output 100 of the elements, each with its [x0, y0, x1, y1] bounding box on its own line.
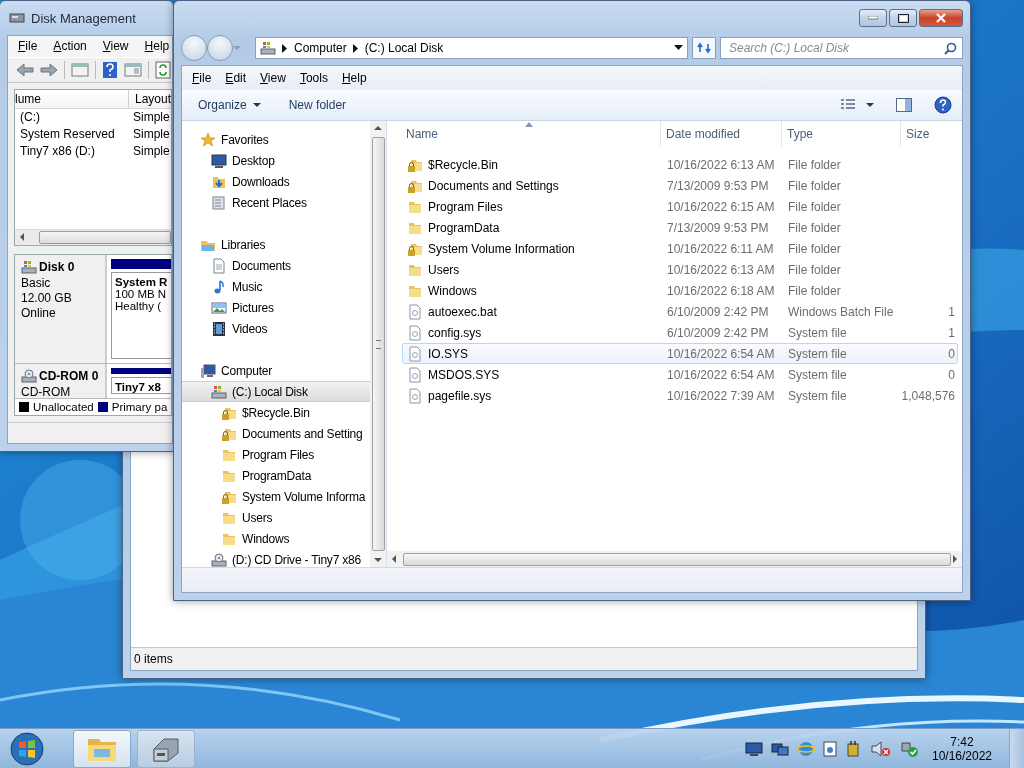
- file-row[interactable]: IO.SYS 10/16/2022 6:54 AM System file 0: [402, 343, 958, 364]
- menu-item[interactable]: View: [102, 39, 129, 54]
- tree-item[interactable]: Desktop: [182, 150, 370, 171]
- file-row[interactable]: pagefile.sys 10/16/2022 7:39 AM System file 1,048,576: [402, 385, 958, 406]
- menu-item[interactable]: Edit: [225, 71, 247, 85]
- type-cell-text: File folder: [787, 283, 842, 298]
- column-header[interactable]: Size: [901, 121, 961, 147]
- left-arrow-icon[interactable]: [18, 233, 26, 241]
- start-button[interactable]: [7, 730, 47, 767]
- tree-item[interactable]: $Recycle.Bin: [182, 402, 370, 423]
- tree-item[interactable]: Documents: [182, 255, 370, 276]
- file-row[interactable]: Users 10/16/2022 6:13 AM File folder: [402, 259, 958, 280]
- file-row[interactable]: $Recycle.Bin 10/16/2022 6:13 AM File folder: [402, 154, 958, 175]
- tree-item[interactable]: Favorites: [182, 129, 370, 150]
- monitor-icon: [211, 152, 227, 169]
- clock[interactable]: 7:42 10/16/2022: [927, 734, 997, 763]
- tree-item[interactable]: Program Files: [182, 444, 370, 465]
- monitor-icon[interactable]: [745, 740, 763, 757]
- menu-item[interactable]: Help: [144, 39, 170, 54]
- file-row[interactable]: Documents and Settings 7/13/2009 9:53 PM File folder: [402, 175, 958, 196]
- file-row[interactable]: autoexec.bat 6/10/2009 2:42 PM Windows Batch File 1: [402, 301, 958, 322]
- column-header[interactable]: Name: [387, 121, 661, 147]
- vertical-scrollbar[interactable]: [370, 121, 386, 567]
- refresh-button[interactable]: [692, 37, 716, 59]
- file-row[interactable]: ProgramData 7/13/2009 9:53 PM File folder: [402, 217, 958, 238]
- layout-cell-text: Simple: [132, 127, 171, 142]
- tree-item[interactable]: System Volume Informa: [182, 486, 370, 507]
- size-cell-text: 0: [947, 367, 955, 382]
- tree-item[interactable]: Videos: [182, 318, 370, 339]
- file-row[interactable]: Program Files 10/16/2022 6:15 AM File folder: [402, 196, 958, 217]
- tree-item[interactable]: Computer: [182, 360, 370, 381]
- disk-info: 12.00 GB: [21, 290, 73, 305]
- refresh-icon[interactable]: [155, 60, 171, 79]
- breadcrumb[interactable]: Computer: [294, 41, 347, 55]
- file-name: pagefile.sys: [428, 388, 493, 403]
- help-icon[interactable]: [102, 60, 118, 79]
- menu-item[interactable]: File: [18, 39, 38, 54]
- document-icon[interactable]: [823, 740, 837, 757]
- file-name: config.sys: [428, 325, 483, 340]
- view-options-icon[interactable]: [840, 98, 874, 112]
- muted-speaker-icon[interactable]: [871, 740, 891, 757]
- file-row[interactable]: MSDOS.SYS 10/16/2022 6:54 AM System file 0: [402, 364, 958, 385]
- menu-item[interactable]: Action: [53, 39, 87, 54]
- tree-item[interactable]: (D:) CD Drive - Tiny7 x86: [182, 549, 370, 567]
- maximize-button[interactable]: [889, 9, 917, 27]
- legend-label: Primary pa: [111, 400, 168, 413]
- file-icon: [407, 324, 423, 341]
- network-icon[interactable]: [771, 740, 789, 757]
- tree-item[interactable]: Libraries: [182, 234, 370, 255]
- size-cell-text: 1: [947, 304, 955, 319]
- maximize-icon: [897, 13, 909, 23]
- tree-item[interactable]: Downloads: [182, 171, 370, 192]
- tree-item[interactable]: Pictures: [182, 297, 370, 318]
- date-cell-text: 10/16/2022 6:11 AM: [666, 241, 775, 256]
- chevron-icon[interactable]: [282, 43, 288, 53]
- menu-item[interactable]: Tools: [299, 71, 328, 85]
- toolbar-button[interactable]: Organize: [198, 98, 261, 112]
- partition-box[interactable]: System R 100 MB N Healthy (: [111, 271, 171, 359]
- disk-name: Disk 0: [21, 258, 105, 275]
- left-arrow-icon[interactable]: [390, 555, 398, 563]
- file-row[interactable]: System Volume Information 10/16/2022 6:11 AM File folder: [402, 238, 958, 259]
- chevron-icon[interactable]: [352, 43, 359, 53]
- tree-item[interactable]: Music: [182, 276, 370, 297]
- tree-item[interactable]: ProgramData: [182, 465, 370, 486]
- tree-item[interactable]: Users: [182, 507, 370, 528]
- help-icon[interactable]: [934, 96, 952, 114]
- back-arrow-icon[interactable]: [16, 62, 34, 77]
- toolbar-button[interactable]: New folder: [288, 98, 347, 112]
- horizontal-scrollbar[interactable]: [387, 551, 962, 567]
- search-icon: [944, 42, 957, 55]
- breadcrumb[interactable]: (C:) Local Disk: [364, 41, 444, 55]
- tree-item[interactable]: (C:) Local Disk: [182, 381, 370, 402]
- taskbar-button[interactable]: [137, 729, 195, 768]
- address-bar[interactable]: Computer (C:) Local Disk: [255, 37, 688, 59]
- tree-item[interactable]: Recent Places: [182, 192, 370, 213]
- right-arrow-icon[interactable]: [951, 555, 959, 563]
- dropdown-caret-icon[interactable]: [674, 45, 683, 51]
- column-header[interactable]: lume: [15, 89, 129, 108]
- menu-item[interactable]: View: [260, 71, 286, 85]
- tree-item[interactable]: Documents and Setting: [182, 423, 370, 444]
- forward-arrow-icon[interactable]: [40, 62, 58, 77]
- partition-box[interactable]: Tiny7 x8: [111, 376, 171, 394]
- horizontal-scrollbar[interactable]: [15, 228, 171, 245]
- file-name: System Volume Information: [428, 241, 576, 256]
- search-field[interactable]: Search (C:) Local Disk: [720, 37, 963, 59]
- window-title: Disk Management: [31, 10, 136, 26]
- menu-item[interactable]: File: [192, 71, 212, 85]
- file-row[interactable]: config.sys 6/10/2009 2:42 PM System file 1: [402, 322, 958, 343]
- minimize-button[interactable]: [859, 9, 887, 27]
- tree-item[interactable]: Windows: [182, 528, 370, 549]
- down-arrow-icon[interactable]: [374, 556, 382, 564]
- shield-check-icon[interactable]: [899, 739, 919, 758]
- refresh-icon: [697, 42, 711, 54]
- close-button[interactable]: [919, 9, 963, 27]
- preview-pane-icon[interactable]: [896, 98, 912, 112]
- file-row[interactable]: Windows 10/16/2022 6:18 AM File folder: [402, 280, 958, 301]
- up-arrow-icon[interactable]: [374, 124, 382, 132]
- column-header[interactable]: Type: [782, 121, 901, 147]
- menu-item[interactable]: Help: [341, 71, 367, 85]
- column-header[interactable]: Date modified: [661, 121, 782, 147]
